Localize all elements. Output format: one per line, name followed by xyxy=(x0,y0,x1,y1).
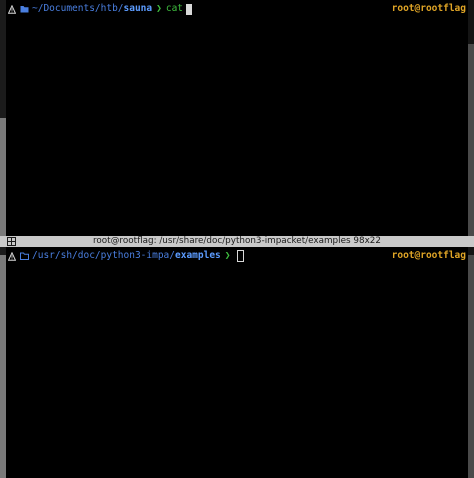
left-scrollbar-thumb[interactable] xyxy=(0,255,6,478)
folder-icon xyxy=(20,252,29,260)
command-input[interactable]: cat xyxy=(166,2,183,16)
pane-title: root@rootflag: /usr/share/doc/python3-im… xyxy=(93,236,381,246)
prompt-arrow: ❯ xyxy=(224,250,231,261)
scrollbar-thumb[interactable] xyxy=(468,255,474,478)
host-label: root@rootflag xyxy=(391,3,466,14)
prompt-line: /usr/sh/doc/python3-impa/examples ❯ root… xyxy=(8,249,466,263)
warning-triangle-icon xyxy=(8,4,16,14)
current-directory: sauna xyxy=(123,3,153,14)
path-prefix: ~/Documents/htb/ xyxy=(32,3,124,14)
prompt-arrow: ❯ xyxy=(156,3,162,14)
warning-triangle-icon xyxy=(8,251,16,261)
split-grid-icon[interactable] xyxy=(7,237,16,246)
text-cursor[interactable] xyxy=(236,250,244,262)
left-scrollbar-thumb[interactable] xyxy=(0,118,6,236)
terminal-pane-top[interactable]: ~/Documents/htb/sauna ❯ cat root@rootfla… xyxy=(0,0,474,236)
scrollbar-thumb[interactable] xyxy=(468,44,474,236)
path-prefix: /usr/sh/doc/python3-impa/ xyxy=(32,250,175,261)
terminal-window: ~/Documents/htb/sauna ❯ cat root@rootfla… xyxy=(0,0,474,478)
folder-icon xyxy=(20,6,29,13)
prompt-line: ~/Documents/htb/sauna ❯ cat root@rootfla… xyxy=(8,2,466,16)
host-label: root@rootflag xyxy=(391,250,466,261)
terminal-pane-bottom[interactable]: /usr/sh/doc/python3-impa/examples ❯ root… xyxy=(0,247,474,478)
current-directory: examples xyxy=(175,250,221,261)
pane-title-bar[interactable]: root@rootflag: /usr/share/doc/python3-im… xyxy=(0,236,474,247)
text-cursor xyxy=(186,3,193,15)
